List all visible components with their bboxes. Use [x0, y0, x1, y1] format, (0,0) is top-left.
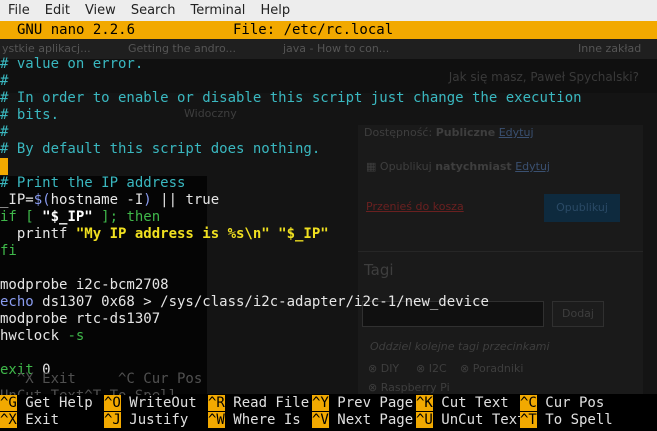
shortcut-prev-page[interactable]: ^Y Prev Page: [312, 395, 413, 412]
editor-line: echo ds1307 0x68 > /sys/class/i2c-adapte…: [0, 294, 489, 311]
code-token: #: [0, 124, 9, 140]
shortcut-key: ^C: [520, 395, 537, 411]
shortcut-key: ^R: [208, 395, 225, 411]
editor-line: _IP=$(hostname -I) || true: [0, 192, 219, 209]
editor-line: printf "My IP address is %s\n" "$_IP": [0, 226, 329, 243]
code-token: ds1307 0x68 > /sys/class/i2c-adapter/i2c…: [33, 294, 489, 310]
shortcut-get-help[interactable]: ^G Get Help: [0, 395, 93, 412]
nano-shortcut-bar: ^G Get Help ^O WriteOut ^R Read File ^Y Pre…: [0, 395, 657, 431]
editor-line: # value on error.: [0, 56, 143, 73]
code-token: echo: [0, 294, 34, 310]
shortcut-key: ^W: [208, 412, 225, 428]
code-token: #: [0, 73, 9, 89]
code-token: -s: [67, 328, 85, 344]
code-token: ): [143, 192, 152, 208]
shortcut-key: ^V: [312, 412, 329, 428]
shortcut-key: ^G: [0, 395, 17, 411]
editor-line: hwclock -s: [0, 328, 84, 345]
code-token: ]; then: [92, 209, 161, 225]
terminal-menubar: File Edit View Search Terminal Help: [0, 0, 657, 22]
menu-view[interactable]: View: [77, 0, 123, 21]
shortcut-uncut-text[interactable]: ^U UnCut Text: [416, 412, 526, 429]
shortcut-read-file[interactable]: ^R Read File: [208, 395, 309, 412]
shortcut-label: Next Page: [328, 412, 414, 428]
shortcut-key: ^T: [520, 412, 537, 428]
code-token: printf: [0, 226, 76, 242]
shortcut-label: Read File: [224, 395, 310, 411]
editor-line: #: [0, 73, 8, 90]
menu-edit[interactable]: Edit: [37, 0, 77, 21]
shortcut-next-page[interactable]: ^V Next Page: [312, 412, 413, 429]
code-token: # bits.: [0, 107, 60, 123]
editor-line: # bits.: [0, 107, 59, 124]
code-token: "My IP address is %s\n" "$_IP": [75, 226, 329, 242]
shortcut-to-spell[interactable]: ^T To Spell: [520, 412, 613, 429]
nano-version: GNU nano 2.2.6: [17, 22, 136, 38]
shortcut-key: ^O: [104, 395, 121, 411]
shortcut-key: ^U: [416, 412, 433, 428]
shortcut-label: Prev Page: [328, 395, 414, 411]
editor-line: # In order to enable or disable this scr…: [0, 90, 582, 107]
ghost-text-line: ^X Exit ^C Cur Pos: [0, 371, 203, 387]
shortcut-label: Exit: [16, 412, 60, 428]
code-token: modprobe i2c-bcm2708: [0, 277, 169, 293]
editor-line: fi: [0, 243, 17, 260]
shortcut-justify[interactable]: ^J Justify: [104, 412, 188, 429]
code-token: # In order to enable or disable this scr…: [0, 90, 582, 106]
shortcut-exit[interactable]: ^X Exit: [0, 412, 59, 429]
editor-line: #: [0, 124, 8, 141]
shortcut-label: Justify: [120, 412, 189, 428]
code-token: # Print the IP address: [0, 175, 186, 191]
nano-title-bar: GNU nano 2.2.6 File: /etc/rc.local: [0, 21, 657, 39]
shortcut-label: Cut Text: [432, 395, 509, 411]
code-token: fi: [0, 243, 17, 259]
code-token: [: [16, 209, 43, 225]
nano-filename: File: /etc/rc.local: [233, 22, 394, 38]
shortcut-label: Where Is: [224, 412, 301, 428]
editor-line: # By default this script does nothing.: [0, 141, 320, 158]
code-token: || true: [151, 192, 220, 208]
menu-file[interactable]: File: [0, 0, 37, 21]
shortcut-label: Get Help: [16, 395, 93, 411]
shortcut-cur-pos[interactable]: ^C Cur Pos: [520, 395, 604, 412]
code-token: hwclock: [0, 328, 68, 344]
editor-line: # Print the IP address: [0, 175, 185, 192]
shortcut-cut-text[interactable]: ^K Cut Text: [416, 395, 509, 412]
editor-line: modprobe rtc-ds1307: [0, 311, 160, 328]
shortcut-key: ^X: [0, 412, 17, 428]
editor-line: modprobe i2c-bcm2708: [0, 277, 169, 294]
code-token: modprobe rtc-ds1307: [0, 311, 161, 327]
shortcut-key: ^J: [104, 412, 121, 428]
shortcut-where-is[interactable]: ^W Where Is: [208, 412, 301, 429]
code-token: hostname -I: [50, 192, 144, 208]
code-token: "$_IP": [42, 209, 93, 225]
shortcut-label: UnCut Text: [432, 412, 526, 428]
shortcut-label: Cur Pos: [536, 395, 605, 411]
code-token: _IP=: [0, 192, 34, 208]
text-cursor: [0, 158, 8, 175]
shortcut-label: WriteOut: [120, 395, 197, 411]
shortcut-label: To Spell: [536, 412, 613, 428]
code-token: if: [0, 209, 17, 225]
shortcut-key: ^K: [416, 395, 433, 411]
menu-terminal[interactable]: Terminal: [182, 0, 252, 21]
menu-search[interactable]: Search: [123, 0, 183, 21]
shortcut-writeout[interactable]: ^O WriteOut: [104, 395, 197, 412]
nano-editor-area[interactable]: # value on error. # # In order to enable o…: [0, 39, 657, 404]
code-token: $(: [33, 192, 51, 208]
menu-help[interactable]: Help: [252, 0, 297, 21]
editor-line: if [ "$_IP" ]; then: [0, 209, 160, 226]
code-token: # By default this script does nothing.: [0, 141, 321, 157]
shortcut-key: ^Y: [312, 395, 329, 411]
code-token: # value on error.: [0, 56, 144, 72]
